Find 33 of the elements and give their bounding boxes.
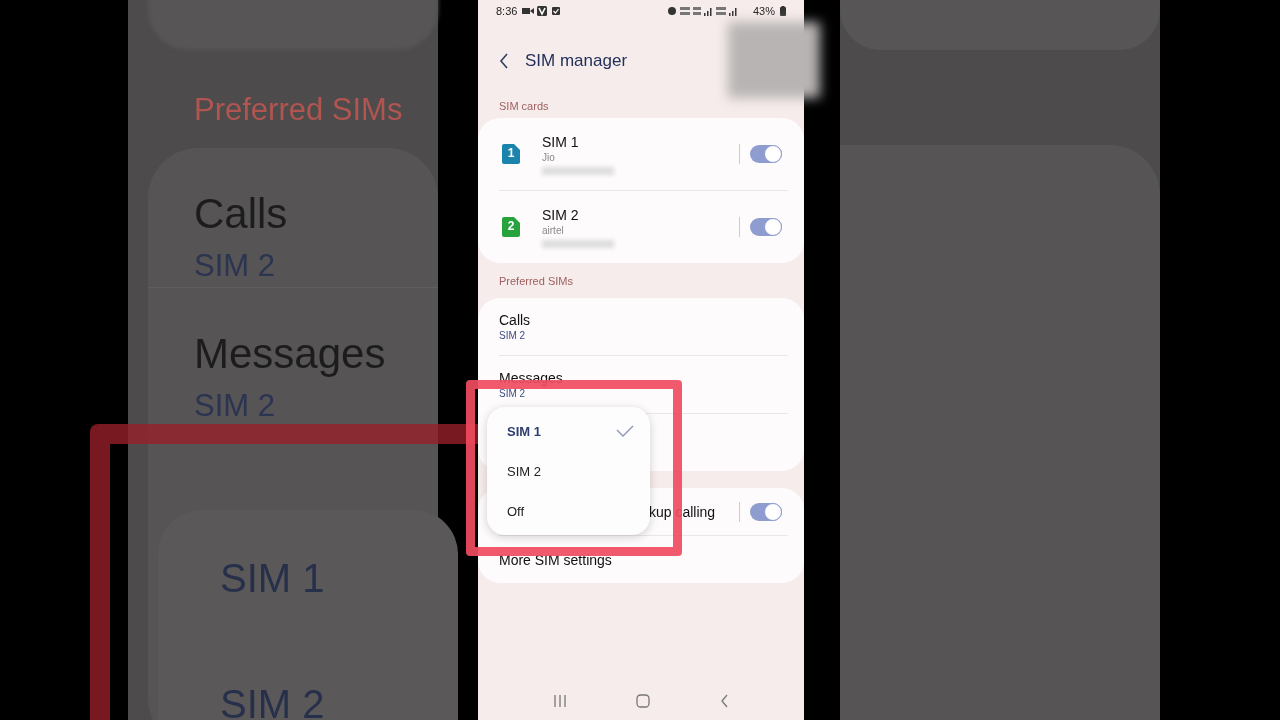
setting-value: SIM 2	[499, 330, 527, 341]
home-icon[interactable]	[636, 694, 651, 708]
setting-value: SIM 2	[499, 388, 527, 399]
toggle-switch[interactable]	[750, 218, 782, 236]
menu-option[interactable]: SIM 1	[487, 411, 650, 451]
check-icon	[616, 425, 634, 437]
battery-icon	[780, 6, 786, 16]
section-heading: Preferred SIMs	[194, 92, 403, 128]
blurred-number	[542, 166, 614, 175]
carrier-name: Jio	[542, 151, 556, 163]
carrier-name: airtel	[542, 224, 565, 236]
settings-link[interactable]: More SIM settings	[499, 551, 612, 568]
section-heading: SIM cards	[498, 100, 550, 114]
sim-card-icon	[502, 144, 520, 164]
toggle-switch[interactable]	[750, 145, 782, 163]
page-title: SIM manager	[525, 51, 628, 71]
setting-label: Messages	[194, 330, 387, 378]
menu-option[interactable]: Off	[487, 491, 650, 531]
blurred-number	[542, 239, 614, 248]
setting-label: Calls	[194, 190, 289, 238]
menu-option[interactable]: SIM 2	[487, 451, 650, 491]
sim-slot-number: 1	[506, 146, 516, 160]
section-heading: Preferred SIMs	[498, 275, 574, 289]
setting-label[interactable]: Calls	[499, 312, 788, 328]
sim-card-icon	[502, 217, 520, 237]
battery-level: 43%	[752, 5, 775, 17]
back-icon[interactable]	[499, 53, 509, 69]
recent-apps-icon[interactable]	[552, 695, 567, 707]
status-time: 8:36	[496, 5, 518, 17]
sim-name: SIM 2	[542, 206, 580, 223]
sim-name: SIM 1	[542, 133, 580, 150]
toggle-switch[interactable]	[750, 502, 782, 521]
sim-slot-number: 2	[506, 219, 516, 233]
